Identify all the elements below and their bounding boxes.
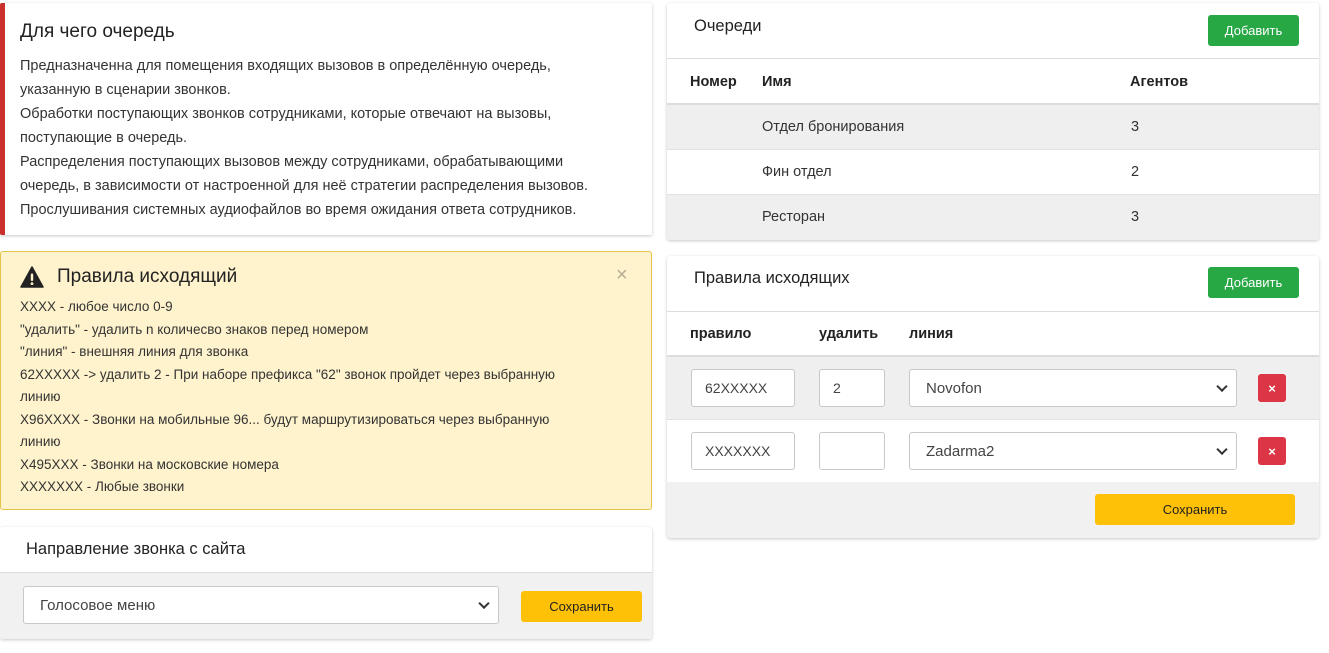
column-header-agents: Агентов: [1130, 74, 1189, 90]
column-header-delete: удалить: [819, 326, 879, 342]
queue-info-line: Распределения поступающих вызовов между …: [20, 154, 564, 170]
warning-icon: [20, 266, 44, 288]
delete-count-input[interactable]: 2: [819, 369, 885, 407]
column-header-rule: правило: [690, 326, 752, 342]
site-call-direction-save-button[interactable]: Сохранить: [521, 591, 642, 622]
rule-input[interactable]: XXXXXXX: [691, 432, 795, 470]
line-select-value: Novofon: [926, 379, 982, 397]
line-select[interactable]: Novofon: [909, 369, 1237, 407]
outgoing-rules-footer: Сохранить: [667, 482, 1319, 538]
outgoing-rules-alert: Правила исходящий × XXXX - любое число 0…: [0, 251, 652, 510]
alert-line: X96XXXX - Звонки на мобильные 96... буду…: [20, 411, 550, 427]
site-call-direction-value: Голосовое меню: [40, 596, 156, 614]
alert-title: Правила исходящий: [57, 266, 238, 287]
queue-name: Ресторан: [762, 209, 826, 225]
alert-line: линию: [20, 434, 61, 449]
table-row[interactable]: Ресторан 3: [667, 195, 1319, 240]
close-icon[interactable]: ×: [616, 264, 628, 287]
queues-title: Очереди: [694, 17, 762, 35]
remove-rule-button[interactable]: ×: [1258, 374, 1286, 402]
site-call-direction-select[interactable]: Голосовое меню: [23, 586, 499, 624]
alert-line: XXXXXXX - Любые звонки: [20, 479, 185, 494]
alert-text: XXXX - любое число 0-9 "удалить" - удали…: [20, 296, 600, 499]
queue-name: Отдел бронирования: [762, 119, 905, 135]
table-row: 62XXXXX 2 Novofon ×: [667, 357, 1319, 420]
queue-info-line: указанную в сценарии звонков.: [20, 82, 231, 98]
column-header-number: Номер: [690, 74, 737, 90]
chevron-down-icon: [1216, 443, 1228, 456]
remove-rule-button[interactable]: ×: [1258, 437, 1286, 465]
rule-input[interactable]: 62XXXXX: [691, 369, 795, 407]
table-row[interactable]: Фин отдел 2: [667, 150, 1319, 195]
queue-info-line: поступающие в очередь.: [20, 130, 188, 146]
queue-agents: 2: [1131, 164, 1140, 180]
queue-name: Фин отдел: [762, 164, 832, 180]
save-rules-button[interactable]: Сохранить: [1095, 494, 1295, 525]
queue-info-card: Для чего очередь Предназначенна для поме…: [0, 3, 652, 235]
queues-table-header: Номер Имя Агентов: [667, 58, 1319, 105]
site-call-direction-body: Голосовое меню Сохранить: [0, 573, 652, 639]
delete-count-input[interactable]: [819, 432, 885, 470]
queue-info-text: Предназначенна для помещения входящих вы…: [20, 54, 640, 222]
line-select-value: Zadarma2: [926, 442, 995, 460]
line-select[interactable]: Zadarma2: [909, 432, 1237, 470]
chevron-down-icon: [478, 597, 490, 610]
column-header-name: Имя: [762, 74, 792, 90]
outgoing-rules-title: Правила исходящих: [694, 269, 850, 287]
outgoing-rules-card: Правила исходящих Добавить правило удали…: [667, 256, 1319, 538]
queue-info-line: Прослушивания системных аудиофайлов во в…: [20, 202, 577, 218]
alert-line: XXXX - любое число 0-9: [20, 299, 173, 314]
queues-card: Очереди Добавить Номер Имя Агентов Отдел…: [667, 3, 1319, 240]
add-rule-button[interactable]: Добавить: [1208, 267, 1299, 298]
chevron-down-icon: [1216, 380, 1228, 393]
table-row[interactable]: Отдел бронирования 3: [667, 105, 1319, 150]
alert-line: 62XXXXX -> удалить 2 - При наборе префик…: [20, 366, 556, 382]
site-call-direction-header: Направление звонка с сайта: [0, 527, 652, 573]
alert-line: линию: [20, 389, 61, 404]
queue-info-line: Предназначенна для помещения входящих вы…: [20, 58, 551, 74]
alert-line: "удалить" - удалить n количесво знаков п…: [20, 321, 369, 337]
column-header-line: линия: [909, 326, 954, 342]
add-queue-button[interactable]: Добавить: [1208, 15, 1299, 46]
queue-info-line: Обработки поступающих звонков сотрудника…: [20, 106, 552, 122]
queue-agents: 3: [1131, 119, 1140, 135]
alert-line: "линия" - внешняя линия для звонка: [20, 344, 249, 359]
alert-line: X495XXX - Звонки на московские номера: [20, 456, 279, 472]
rules-table-header: правило удалить линия: [667, 311, 1319, 357]
site-call-direction-title: Направление звонка с сайта: [26, 540, 246, 558]
queue-info-title: Для чего очередь: [20, 21, 175, 42]
queue-info-line: очередь, в зависимости от настроенной дл…: [20, 178, 589, 194]
queue-agents: 3: [1131, 209, 1140, 225]
site-call-direction-card: Направление звонка с сайта Голосовое мен…: [0, 527, 652, 639]
table-row: XXXXXXX Zadarma2 ×: [667, 420, 1319, 483]
